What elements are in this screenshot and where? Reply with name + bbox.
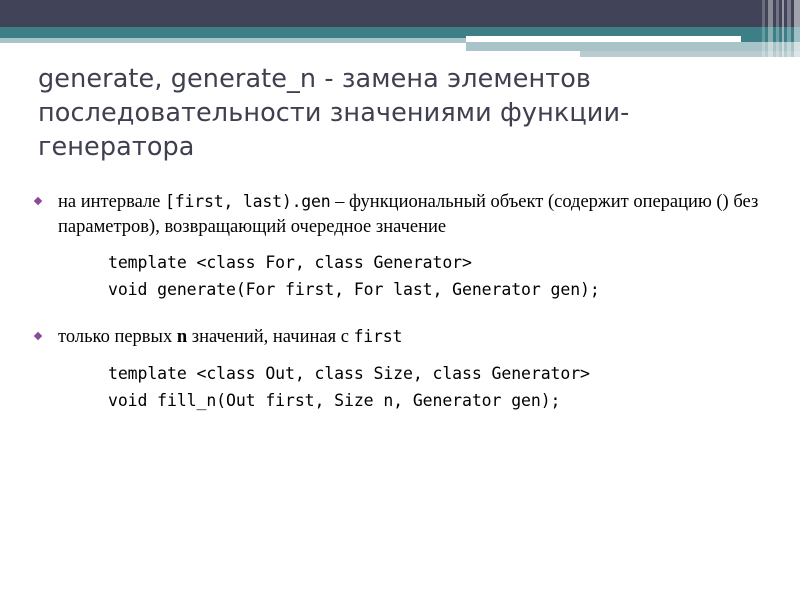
diamond-bullet-icon [33, 196, 43, 206]
header-band-notch [466, 51, 580, 60]
bullet-text-middle: значений, начиная с [187, 327, 354, 347]
presentation-slide: generate, generate_n - замена элементов … [0, 0, 800, 600]
bullet-text-lead: на интервале [58, 192, 166, 212]
code-line-signature-generate: void generate(For first, For last, Gener… [108, 280, 600, 299]
bullet-code-fragment: first [353, 327, 403, 346]
header-vertical-stripe-2 [768, 0, 773, 60]
bullet-block-generate: на интервале [first, last).gen – функцио… [28, 190, 778, 303]
slide-title: generate, generate_n - замена элементов … [38, 64, 630, 162]
bullet-text-emphasis: n [176, 327, 188, 347]
header-band-gap-lower [466, 39, 741, 42]
diamond-bullet-icon [33, 331, 43, 341]
bullet-code-fragment: [first, last).gen [165, 192, 331, 211]
code-line-template-fill-n: template <class Out, class Size, class G… [108, 363, 590, 383]
list-item: только первых n значений, начиная с firs… [28, 325, 778, 350]
header-band-light-teal-lower [580, 51, 800, 57]
header-decoration [0, 0, 800, 60]
bullet-text-lead: только первых [58, 327, 177, 347]
bullet-block-fill-n: только первых n значений, начиная с firs… [28, 325, 778, 414]
header-vertical-stripe-5 [787, 0, 791, 60]
code-line-signature-fill-n: void fill_n(Out first, Size n, Generator… [108, 390, 561, 410]
header-band-light-teal-left [0, 38, 466, 43]
header-vertical-stripe-3 [776, 0, 779, 60]
code-line-template-generate: template <class For, class Generator> [108, 253, 472, 272]
slide-body: на интервале [first, last).gen – функцио… [28, 190, 778, 414]
header-vertical-stripe-4 [782, 0, 784, 60]
header-vertical-stripe-6 [794, 0, 800, 60]
list-item: на интервале [first, last).gen – функцио… [28, 190, 778, 239]
header-band-dark [0, 0, 800, 27]
header-vertical-stripe-1 [762, 0, 765, 60]
header-band-teal-left [0, 27, 466, 38]
header-band-light-teal-right [466, 42, 800, 51]
